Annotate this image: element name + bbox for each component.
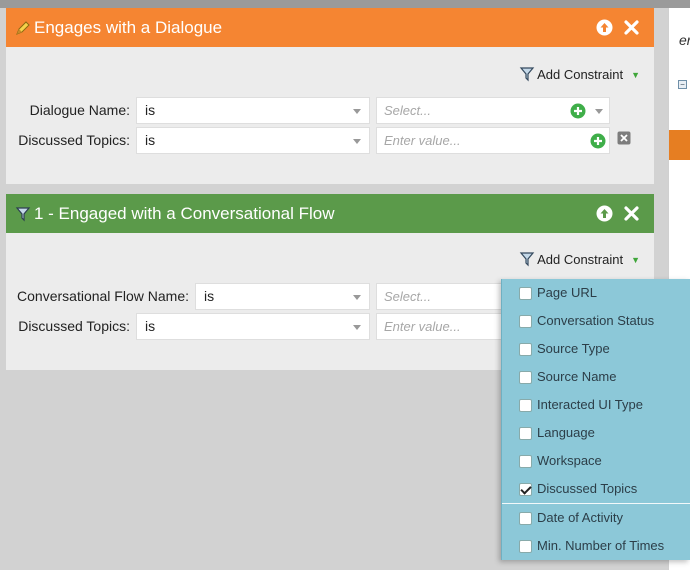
menu-item-page-url[interactable]: Page URL: [502, 279, 690, 307]
menu-item-label: Language: [537, 425, 595, 440]
close-icon[interactable]: [623, 205, 640, 222]
move-up-icon[interactable]: [596, 19, 613, 36]
add-constraint-button[interactable]: Add Constraint ▼: [519, 66, 640, 82]
menu-item-interacted-ui-type[interactable]: Interacted UI Type: [502, 391, 690, 419]
menu-item-min-number-of-times[interactable]: Min. Number of Times: [502, 532, 690, 560]
row-label: Discussed Topics:: [18, 132, 130, 148]
filter-flag-icon: [519, 67, 535, 82]
value-placeholder: Select...: [384, 289, 431, 304]
filter-panel-dialogue: Engages with a Dialogue Add Constraint ▼ …: [6, 8, 654, 184]
menu-item-conversation-status[interactable]: Conversation Status: [502, 307, 690, 335]
operator-select[interactable]: is: [136, 313, 370, 340]
menu-item-label: Source Type: [537, 341, 610, 356]
add-constraint-label: Add Constraint: [537, 67, 624, 82]
checkbox[interactable]: [519, 540, 532, 553]
menu-item-label: Conversation Status: [537, 313, 655, 328]
panel-header: Engages with a Dialogue: [6, 8, 654, 47]
checkbox[interactable]: [519, 455, 532, 468]
dropdown-triangle-icon: ▼: [631, 70, 640, 80]
operator-select[interactable]: is: [136, 127, 370, 154]
checkbox[interactable]: [519, 287, 532, 300]
value-input[interactable]: Enter value...: [376, 313, 506, 340]
menu-item-label: Workspace: [537, 453, 602, 468]
plus-circle-icon[interactable]: [570, 103, 586, 119]
filter-flag-icon: [15, 207, 31, 222]
menu-item-date-of-activity[interactable]: Date of Activity: [502, 504, 690, 532]
top-strip: [0, 0, 690, 8]
chevron-down-icon: [353, 109, 361, 114]
remove-row-icon[interactable]: [617, 131, 631, 145]
value-select[interactable]: Select...: [376, 97, 610, 124]
menu-item-label: Discussed Topics: [537, 481, 638, 496]
operator-value: is: [145, 318, 156, 334]
menu-item-language[interactable]: Language: [502, 419, 690, 447]
checkbox[interactable]: [519, 399, 532, 412]
dropdown-triangle-icon: ▼: [631, 255, 640, 265]
move-up-icon[interactable]: [596, 205, 613, 222]
operator-value: is: [145, 102, 156, 118]
checkbox[interactable]: [519, 315, 532, 328]
menu-item-label: Date of Activity: [537, 510, 623, 525]
operator-select[interactable]: is: [136, 97, 370, 124]
menu-item-label: Interacted UI Type: [537, 397, 643, 412]
side-panel-text: er: [679, 32, 690, 48]
operator-select[interactable]: is: [195, 283, 370, 310]
menu-item-source-type[interactable]: Source Type: [502, 335, 690, 363]
menu-item-label: Page URL: [537, 285, 597, 300]
plus-circle-icon[interactable]: [590, 133, 606, 149]
side-panel-highlight: [669, 130, 690, 160]
checkbox[interactable]: [519, 427, 532, 440]
add-constraint-button[interactable]: Add Constraint ▼: [519, 251, 640, 267]
value-placeholder: Enter value...: [384, 133, 461, 148]
row-label: Discussed Topics:: [18, 318, 130, 334]
checkbox-checked[interactable]: [519, 483, 532, 496]
menu-item-label: Source Name: [537, 369, 617, 384]
menu-item-source-name[interactable]: Source Name: [502, 363, 690, 391]
operator-value: is: [145, 132, 156, 148]
collapse-icon[interactable]: −: [678, 80, 687, 89]
chevron-down-icon: [353, 139, 361, 144]
row-label: Conversational Flow Name:: [17, 288, 189, 304]
filter-flag-icon: [519, 252, 535, 267]
pencil-icon: [16, 21, 30, 35]
checkbox[interactable]: [519, 371, 532, 384]
chevron-down-icon: [353, 295, 361, 300]
value-input[interactable]: Enter value...: [376, 127, 610, 154]
checkbox[interactable]: [519, 512, 532, 525]
constraint-menu: Page URL Conversation Status Source Type…: [501, 279, 690, 560]
row-label: Dialogue Name:: [29, 102, 130, 118]
panel-header: 1 - Engaged with a Conversational Flow: [6, 194, 654, 233]
checkbox[interactable]: [519, 343, 532, 356]
menu-item-label: Min. Number of Times: [537, 538, 665, 553]
value-select[interactable]: Select...: [376, 283, 506, 310]
chevron-down-icon: [353, 325, 361, 330]
close-icon[interactable]: [623, 19, 640, 36]
add-constraint-label: Add Constraint: [537, 252, 624, 267]
value-placeholder: Select...: [384, 103, 431, 118]
menu-item-discussed-topics[interactable]: Discussed Topics: [502, 475, 690, 503]
operator-value: is: [204, 288, 215, 304]
chevron-down-icon: [595, 109, 603, 114]
panel-title: 1 - Engaged with a Conversational Flow: [34, 204, 335, 223]
value-placeholder: Enter value...: [384, 319, 461, 334]
panel-title: Engages with a Dialogue: [34, 18, 223, 37]
menu-item-workspace[interactable]: Workspace: [502, 447, 690, 475]
